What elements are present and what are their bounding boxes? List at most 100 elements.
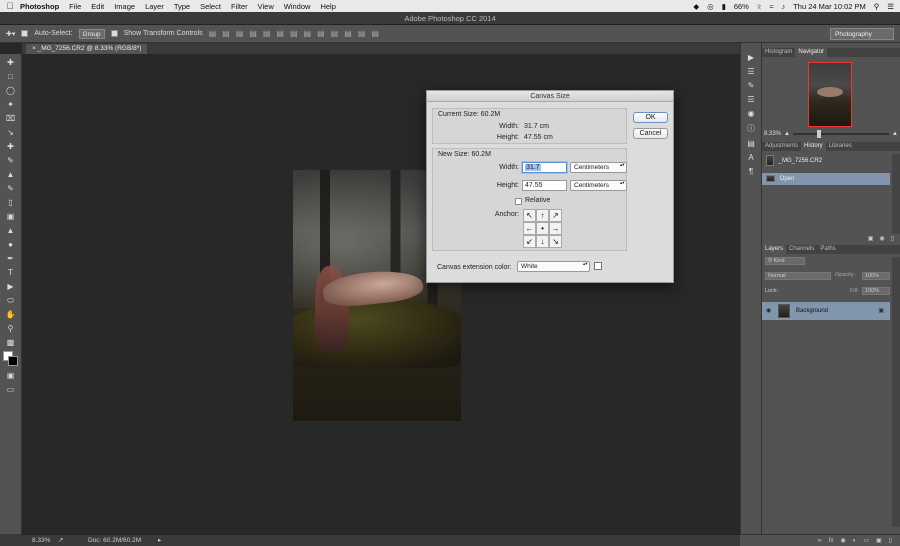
history-scrollbar[interactable] bbox=[892, 154, 900, 234]
folder-icon[interactable]: ▭ bbox=[863, 535, 869, 546]
lock-icon[interactable]: ▣ bbox=[878, 302, 884, 320]
layer-row-background[interactable]: ◉ Background ▣ bbox=[762, 302, 890, 320]
distribute-right-icon[interactable]: ▤ bbox=[358, 29, 366, 38]
wifi-icon[interactable]: ≈ bbox=[769, 2, 773, 11]
ok-button[interactable]: OK bbox=[633, 112, 668, 123]
menu-window[interactable]: Window bbox=[284, 2, 311, 11]
tab-channels[interactable]: Channels bbox=[786, 245, 817, 254]
menu-app[interactable]: Photoshop bbox=[20, 2, 59, 11]
brush-settings-icon[interactable]: ✎ bbox=[748, 81, 755, 90]
anchor-top-left[interactable]: ↖ bbox=[523, 209, 536, 222]
quick-mask-icon[interactable]: ▣ bbox=[4, 370, 18, 381]
hand-tool-icon[interactable]: ✋ bbox=[4, 309, 18, 320]
tab-navigator[interactable]: Navigator bbox=[795, 48, 828, 57]
history-snapshot[interactable]: _MG_7256.CR2 bbox=[762, 154, 890, 169]
status-zoom[interactable]: 8.33% bbox=[32, 535, 50, 546]
navigator-zoom-value[interactable]: 8.33% bbox=[764, 131, 781, 137]
anchor-bottom-left[interactable]: ↙ bbox=[523, 235, 536, 248]
width-unit-select[interactable]: Centimeters bbox=[570, 162, 627, 173]
anchor-bottom-right[interactable]: ↘ bbox=[549, 235, 562, 248]
character-icon[interactable]: A bbox=[748, 153, 753, 162]
new-layer-icon[interactable]: ▣ bbox=[876, 535, 882, 546]
menu-view[interactable]: View bbox=[258, 2, 274, 11]
menu-image[interactable]: Image bbox=[114, 2, 135, 11]
anchor-center[interactable]: • bbox=[536, 222, 549, 235]
link-icon[interactable]: ∞ bbox=[818, 535, 822, 546]
layers-scrollbar[interactable] bbox=[892, 257, 900, 527]
distribute-bottom-icon[interactable]: ▤ bbox=[317, 29, 325, 38]
align-middle-icon[interactable]: ▤ bbox=[222, 29, 230, 38]
eyedropper-tool-icon[interactable]: ↘ bbox=[4, 127, 18, 138]
blend-mode-select[interactable]: Normal bbox=[765, 272, 831, 280]
screen-mode-icon[interactable]: ▭ bbox=[4, 384, 18, 395]
transform-controls-checkbox[interactable] bbox=[110, 30, 118, 37]
status-icon[interactable]: ◎ bbox=[707, 2, 714, 11]
mask-icon[interactable]: ◉ bbox=[840, 535, 845, 546]
move-tool-preset-icon[interactable]: ✚▾ bbox=[6, 30, 15, 38]
menu-filter[interactable]: Filter bbox=[231, 2, 248, 11]
align-left-icon[interactable]: ▤ bbox=[249, 29, 257, 38]
anchor-right[interactable]: → bbox=[549, 222, 562, 235]
type-tool-icon[interactable]: T bbox=[4, 267, 18, 278]
eraser-tool-icon[interactable]: ▯ bbox=[4, 197, 18, 208]
align-center-icon[interactable]: ▤ bbox=[263, 29, 271, 38]
adjustment-layer-icon[interactable]: ◐ bbox=[853, 535, 857, 546]
channel-icon[interactable]: ◉ bbox=[748, 109, 755, 118]
lasso-tool-icon[interactable]: ◯ bbox=[4, 85, 18, 96]
align-bottom-icon[interactable]: ▤ bbox=[236, 29, 244, 38]
new-document-icon[interactable]: ▣ bbox=[868, 235, 874, 242]
fx-icon[interactable]: fx bbox=[829, 535, 834, 546]
tab-layers[interactable]: Layers bbox=[762, 245, 787, 254]
relative-checkbox[interactable] bbox=[515, 198, 522, 205]
zoom-slider[interactable] bbox=[792, 130, 890, 138]
paragraph-icon[interactable]: ¶ bbox=[749, 167, 753, 176]
quick-select-tool-icon[interactable]: ✦ bbox=[4, 99, 18, 110]
crop-tool-icon[interactable]: ⌧ bbox=[4, 113, 18, 124]
play-icon[interactable]: ▶ bbox=[748, 53, 754, 62]
brush-tool-icon[interactable]: ✎ bbox=[4, 155, 18, 166]
shape-tool-icon[interactable]: ⬭ bbox=[4, 295, 18, 306]
auto-align-icon[interactable]: ▤ bbox=[371, 29, 379, 38]
tab-histogram[interactable]: Histogram bbox=[762, 48, 795, 57]
healing-brush-tool-icon[interactable]: ✚ bbox=[4, 141, 18, 152]
volume-icon[interactable]: ♪ bbox=[781, 2, 785, 11]
path-select-tool-icon[interactable]: ▶ bbox=[4, 281, 18, 292]
auto-select-checkbox[interactable] bbox=[21, 30, 29, 37]
delete-layer-icon[interactable]: ▯ bbox=[889, 535, 892, 546]
adjust-icon[interactable]: ☰ bbox=[747, 67, 754, 76]
menu-type[interactable]: Type bbox=[174, 2, 190, 11]
menu-edit[interactable]: Edit bbox=[91, 2, 104, 11]
cancel-button[interactable]: Cancel bbox=[633, 128, 668, 139]
document-tab[interactable]: × _MG_7256.CR2 @ 8.33% (RGB/8*) bbox=[26, 44, 148, 54]
share-icon[interactable]: ↗ bbox=[58, 535, 63, 546]
sliders-icon[interactable]: ☰ bbox=[747, 95, 754, 104]
tab-history[interactable]: History bbox=[801, 142, 826, 151]
info-icon[interactable]: ⓘ bbox=[747, 123, 755, 134]
distribute-left-icon[interactable]: ▤ bbox=[331, 29, 339, 38]
height-unit-select[interactable]: Centimeters bbox=[570, 180, 627, 191]
extension-color-select[interactable]: White bbox=[517, 261, 590, 272]
eye-icon[interactable]: ◉ bbox=[766, 302, 771, 320]
layer-filter-kind[interactable]: ⚲ Kind bbox=[765, 257, 805, 265]
opacity-input[interactable]: 100% bbox=[862, 272, 890, 280]
status-menu-icon[interactable]: ▸ bbox=[158, 535, 161, 546]
align-right-icon[interactable]: ▤ bbox=[276, 29, 284, 38]
menu-layer[interactable]: Layer bbox=[145, 2, 164, 11]
zoom-out-icon[interactable]: ▲ bbox=[784, 131, 790, 137]
apple-icon[interactable]:  bbox=[0, 1, 20, 11]
move-tool-icon[interactable]: ✚ bbox=[4, 57, 18, 68]
spotlight-icon[interactable]: ⚲ bbox=[874, 2, 880, 11]
zoom-tool-icon[interactable]: ⚲ bbox=[4, 323, 18, 334]
default-colors-icon[interactable]: ▩ bbox=[4, 337, 18, 348]
navigator-preview[interactable] bbox=[808, 62, 852, 127]
distribute-middle-icon[interactable]: ▤ bbox=[304, 29, 312, 38]
distribute-center-icon[interactable]: ▤ bbox=[344, 29, 352, 38]
auto-select-dropdown[interactable]: Group bbox=[78, 28, 105, 39]
trash-icon[interactable]: ▯ bbox=[891, 235, 894, 242]
notification-icon[interactable]: ☰ bbox=[887, 2, 894, 11]
background-color[interactable] bbox=[7, 356, 18, 366]
history-brush-tool-icon[interactable]: ✎ bbox=[4, 183, 18, 194]
zoom-slider-knob[interactable] bbox=[816, 130, 821, 138]
tab-libraries[interactable]: Libraries bbox=[826, 142, 855, 151]
clone-stamp-tool-icon[interactable]: ▲ bbox=[4, 169, 18, 180]
